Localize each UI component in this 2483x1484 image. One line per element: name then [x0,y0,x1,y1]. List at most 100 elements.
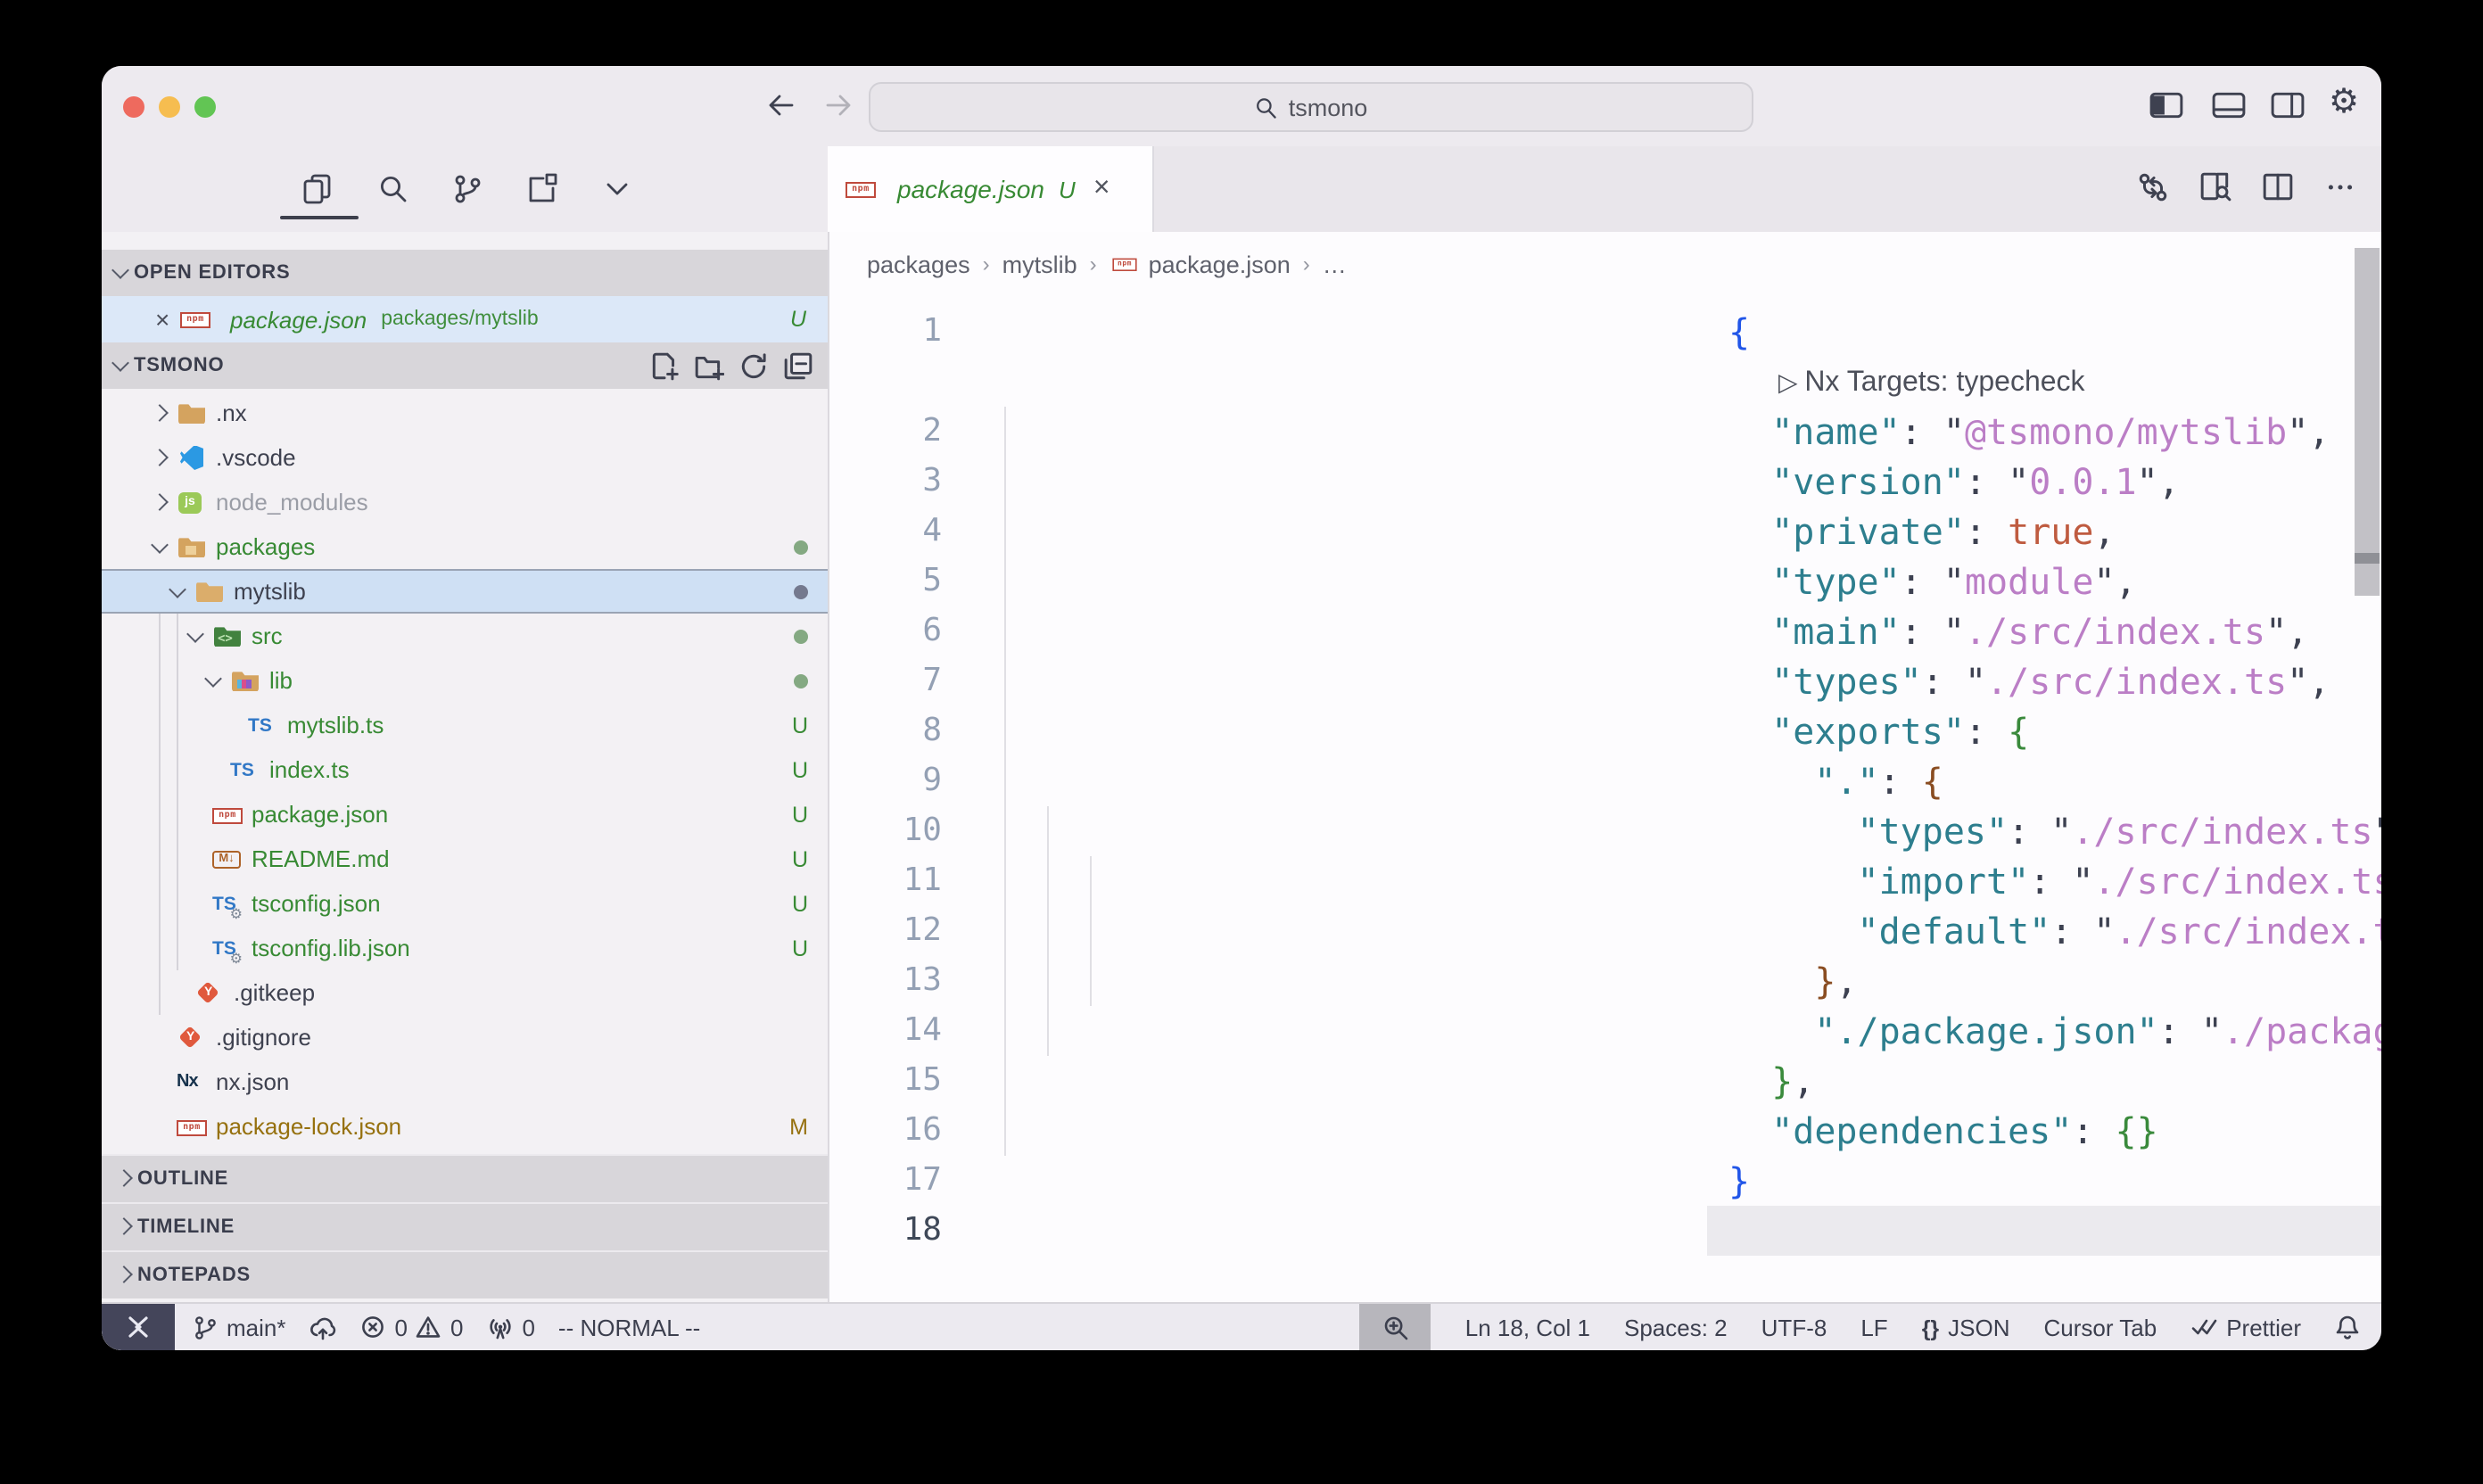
chevron-down-icon[interactable] [166,579,191,604]
eol-status[interactable]: LF [1860,1314,1887,1340]
tree-item-mytslib.ts[interactable]: mytslib.tsU [102,703,828,747]
command-center-search[interactable]: tsmono [869,82,1753,132]
settings-gear-icon[interactable] [2324,84,2363,120]
vim-mode-status[interactable]: -- NORMAL -- [558,1314,700,1340]
tree-item-.gitkeep[interactable]: .gitkeep [102,970,828,1015]
npm-icon [177,1112,207,1141]
ports-status[interactable]: 0 [486,1314,534,1340]
tree-item-label: mytslib.ts [287,712,384,738]
more-views-chevron-icon[interactable] [594,166,640,212]
new-folder-icon[interactable] [694,350,724,381]
explorer-section-header[interactable]: TSMONO [102,342,828,389]
tree-item-label: mytslib [234,578,306,605]
chevron-right-icon[interactable] [148,400,173,425]
notifications-bell[interactable] [2335,1314,2360,1340]
encoding-status[interactable]: UTF-8 [1761,1314,1827,1340]
more-actions-icon[interactable] [2322,169,2356,203]
code-line-12: "default": "./src/index.ts" [1707,906,2381,956]
zoom-window-button[interactable] [194,96,216,118]
zoom-indicator[interactable] [1360,1304,1431,1350]
compare-changes-icon[interactable] [2135,169,2169,203]
open-editor-item-package-json[interactable]: package.json packages/mytslib U [102,296,828,342]
breadcrumb-item[interactable]: … [1323,251,1347,277]
close-tab-icon[interactable] [1093,175,1110,203]
open-preview-icon[interactable] [2198,169,2231,203]
tree-item-README.md[interactable]: README.mdU [102,837,828,881]
tree-item-tsconfig.json[interactable]: tsconfig.jsonU [102,881,828,926]
tree-item-.vscode[interactable]: .vscode [102,435,828,480]
close-editor-icon[interactable] [155,305,180,334]
publish-status[interactable] [309,1314,338,1340]
breadcrumb-item[interactable]: packages [867,251,970,277]
minimize-window-button[interactable] [159,96,180,118]
split-editor-icon[interactable] [2260,169,2294,203]
extensions-icon[interactable] [519,166,565,212]
tree-item-lib[interactable]: lib [102,658,828,703]
broadcast-icon [486,1315,513,1340]
breadcrumb-item[interactable]: mytslib [1002,251,1077,277]
new-file-icon[interactable] [649,350,680,381]
forward-icon[interactable] [822,89,854,121]
tree-item-src[interactable]: src [102,614,828,658]
refresh-explorer-icon[interactable] [738,350,769,381]
git-dot-badge [794,584,808,598]
chevron-right-icon[interactable] [148,490,173,515]
explorer-icon[interactable] [294,166,341,212]
open-editors-header[interactable]: OPEN EDITORS [102,250,828,296]
cursor-tab-status[interactable]: Cursor Tab [2044,1314,2157,1340]
explorer-toolbar [649,342,813,389]
tree-item-node_modules[interactable]: node_modules [102,480,828,524]
notepads-section-header[interactable]: NOTEPADS [102,1250,828,1298]
scrollbar[interactable] [2355,248,2380,553]
toggle-secondary-sidebar-icon[interactable] [2267,87,2306,123]
tree-item-package.json[interactable]: package.jsonU [102,792,828,837]
code-line-4: "private": true, [1707,507,2381,556]
chevron-right-icon[interactable] [148,445,173,470]
editor-group: packages › mytslib › package.json › … 12… [829,232,2381,1304]
breadcrumb-item[interactable]: package.json [1149,251,1291,277]
chevron-down-icon[interactable] [148,534,173,559]
npm-icon [846,175,876,203]
line-number: 6 [829,606,942,656]
search-view-icon[interactable] [369,166,416,212]
toggle-primary-sidebar-icon[interactable] [2146,87,2185,123]
back-icon[interactable] [765,89,797,121]
language-status[interactable]: JSON [1922,1314,2010,1340]
problems-status[interactable]: 0 0 [361,1314,464,1340]
tree-item-.gitignore[interactable]: .gitignore [102,1015,828,1059]
sidebar: OPEN EDITORS package.json packages/mytsl… [102,232,828,1304]
breadcrumb[interactable]: packages › mytslib › package.json › … [829,232,2381,296]
chevron-down-icon[interactable] [184,623,209,648]
tree-item-label: .vscode [216,444,296,471]
code-lines[interactable]: {Nx Targets: typecheck "name": "@tsmono/… [1707,307,2381,1256]
chevron-right-icon [112,1263,137,1288]
tree-item-.nx[interactable]: .nx [102,391,828,435]
cursor-position-status[interactable]: Ln 18, Col 1 [1465,1314,1590,1340]
codelens-nx-targets[interactable]: Nx Targets: typecheck [1707,357,2381,407]
tree-item-label: .gitkeep [234,979,315,1006]
tree-item-packages[interactable]: packages [102,524,828,569]
indentation-status[interactable]: Spaces: 2 [1624,1314,1728,1340]
tree-item-index.ts[interactable]: index.tsU [102,747,828,792]
collapse-folders-icon[interactable] [783,350,813,381]
tree-item-nx.json[interactable]: nx.json [102,1059,828,1104]
chevron-down-icon [109,353,134,378]
overview-ruler-cursor-mark [2355,553,2380,564]
tab-package-json[interactable]: package.json U [828,146,1154,232]
tree-item-label: .gitignore [216,1024,311,1051]
tree-item-mytslib[interactable]: mytslib [102,569,828,614]
outline-section-header[interactable]: OUTLINE [102,1154,828,1202]
formatter-status[interactable]: Prettier [2190,1314,2301,1340]
scrollbar[interactable] [2355,564,2380,596]
toggle-panel-icon[interactable] [2208,87,2248,123]
branch-status[interactable]: main* [193,1314,286,1340]
tree-item-package-lock.json[interactable]: package-lock.jsonM [102,1104,828,1149]
line-number: 11 [829,856,942,906]
chevron-down-icon[interactable] [202,668,227,693]
remote-indicator[interactable] [102,1304,175,1350]
tree-item-tsconfig.lib.json[interactable]: tsconfig.lib.jsonU [102,926,828,970]
timeline-section-header[interactable]: TIMELINE [102,1202,828,1250]
active-view-indicator [280,216,359,219]
source-control-icon[interactable] [444,166,491,212]
close-window-button[interactable] [123,96,144,118]
